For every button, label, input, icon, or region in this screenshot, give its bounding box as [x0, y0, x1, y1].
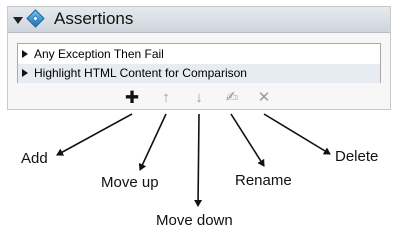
move-up-callout-label: Move up: [101, 174, 159, 191]
rename-callout-arrow: [230, 113, 265, 167]
add-callout-arrow: [56, 113, 133, 156]
callout-arrows: [56, 113, 331, 207]
rename-callout-label: Rename: [235, 172, 292, 189]
move-down-callout-arrow: [194, 113, 203, 207]
move-up-callout-arrow: [138, 113, 167, 171]
move-down-callout-label: Move down: [156, 212, 233, 229]
delete-callout-arrow: [263, 113, 331, 155]
delete-callout-label: Delete: [335, 148, 379, 165]
add-callout-label: Add: [21, 150, 48, 167]
